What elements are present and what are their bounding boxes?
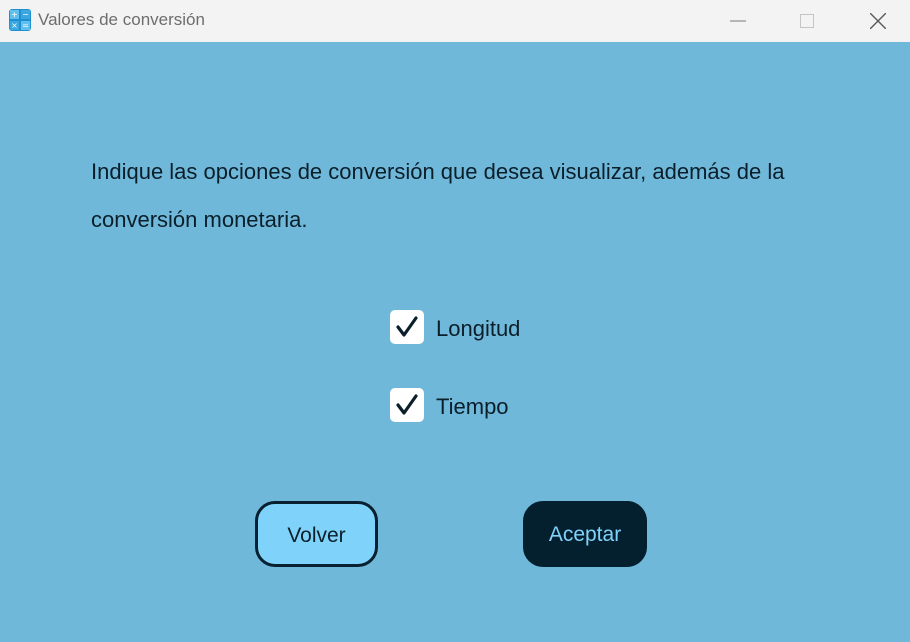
minimize-button[interactable] — [710, 0, 766, 42]
back-button[interactable]: Volver — [255, 501, 378, 567]
checkmark-icon — [396, 316, 418, 337]
maximize-button[interactable] — [779, 0, 835, 42]
checkmark-icon — [396, 394, 418, 415]
longitud-label[interactable]: Longitud — [436, 316, 520, 342]
accept-button[interactable]: Aceptar — [523, 501, 647, 567]
calculator-icon: + − × = — [9, 9, 31, 31]
minimize-icon — [730, 20, 746, 22]
longitud-checkbox[interactable] — [390, 310, 424, 344]
close-button[interactable] — [850, 0, 906, 42]
tiempo-label[interactable]: Tiempo — [436, 394, 509, 420]
close-icon — [870, 13, 886, 29]
window-title: Valores de conversión — [38, 10, 205, 29]
title-bar[interactable]: + − × = Valores de conversión — [0, 0, 910, 42]
maximize-icon — [800, 14, 814, 28]
conversion-values-window: + − × = Valores de conversión Indique la… — [0, 0, 910, 642]
instruction-text: Indique las opciones de conversión que d… — [91, 159, 785, 232]
tiempo-checkbox[interactable] — [390, 388, 424, 422]
